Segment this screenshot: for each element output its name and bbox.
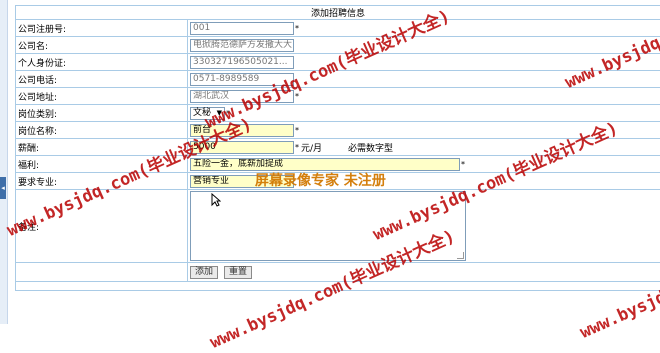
- salary-input[interactable]: 5000: [190, 141, 294, 154]
- salary-hint: 必需数字型: [348, 144, 393, 154]
- address-input[interactable]: 湖北武汉: [190, 90, 294, 103]
- form-title: 添加招聘信息: [16, 6, 660, 20]
- category-select-value: 文秘: [193, 108, 211, 118]
- add-job-form: 添加招聘信息 公司注册号: 001* 公司名: 电掀腾范德萨方发撒大大 个人身份…: [15, 5, 660, 291]
- reg-no-input[interactable]: 001: [190, 22, 294, 35]
- major-input[interactable]: 营销专业: [190, 175, 294, 188]
- required-mark: *: [295, 126, 299, 135]
- notes-textarea[interactable]: [190, 191, 466, 261]
- category-label: 岗位类别:: [16, 105, 188, 122]
- footer-row: [16, 282, 660, 291]
- required-mark: *: [226, 109, 230, 118]
- collapse-sidebar-tab[interactable]: ◂: [0, 177, 6, 199]
- reg-no-label: 公司注册号:: [16, 20, 188, 37]
- major-label: 要求专业:: [16, 173, 188, 190]
- benefits-label: 福利:: [16, 156, 188, 173]
- required-mark: *: [295, 143, 299, 152]
- add-button[interactable]: 添加: [190, 266, 218, 279]
- id-card-input[interactable]: 330327196505021...: [190, 56, 294, 69]
- category-select[interactable]: 文秘 ▼: [190, 107, 225, 120]
- benefits-input[interactable]: 五险一金，底薪加提成: [190, 158, 460, 171]
- phone-label: 公司电话:: [16, 71, 188, 88]
- phone-input[interactable]: 0571-8989589: [190, 73, 294, 86]
- required-mark: *: [295, 92, 299, 101]
- position-input[interactable]: 前台: [190, 124, 294, 137]
- salary-label: 薪酬:: [16, 139, 188, 156]
- reset-button[interactable]: 重置: [224, 266, 252, 279]
- company-name-input[interactable]: 电掀腾范德萨方发撒大大: [190, 39, 294, 52]
- resize-grip-icon[interactable]: [457, 252, 464, 259]
- company-name-label: 公司名:: [16, 37, 188, 54]
- position-label: 岗位名称:: [16, 122, 188, 139]
- mouse-cursor-icon: [211, 193, 221, 207]
- dropdown-arrow-icon: ▼: [217, 108, 222, 119]
- id-card-label: 个人身份证:: [16, 54, 188, 71]
- salary-unit: 元/月: [301, 144, 322, 154]
- notes-label: 备注:: [16, 190, 188, 263]
- empty-cell: [16, 263, 188, 282]
- required-mark: *: [295, 24, 299, 33]
- required-mark: *: [461, 160, 465, 169]
- left-frame-bar: ◂: [0, 0, 8, 324]
- address-label: 公司地址:: [16, 88, 188, 105]
